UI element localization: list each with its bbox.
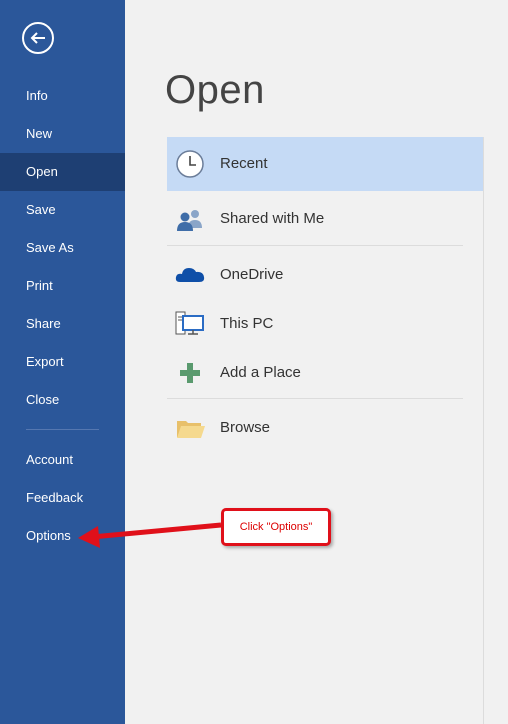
annotation-callout: Click "Options" <box>221 508 331 546</box>
annotation-arrow <box>78 522 222 548</box>
